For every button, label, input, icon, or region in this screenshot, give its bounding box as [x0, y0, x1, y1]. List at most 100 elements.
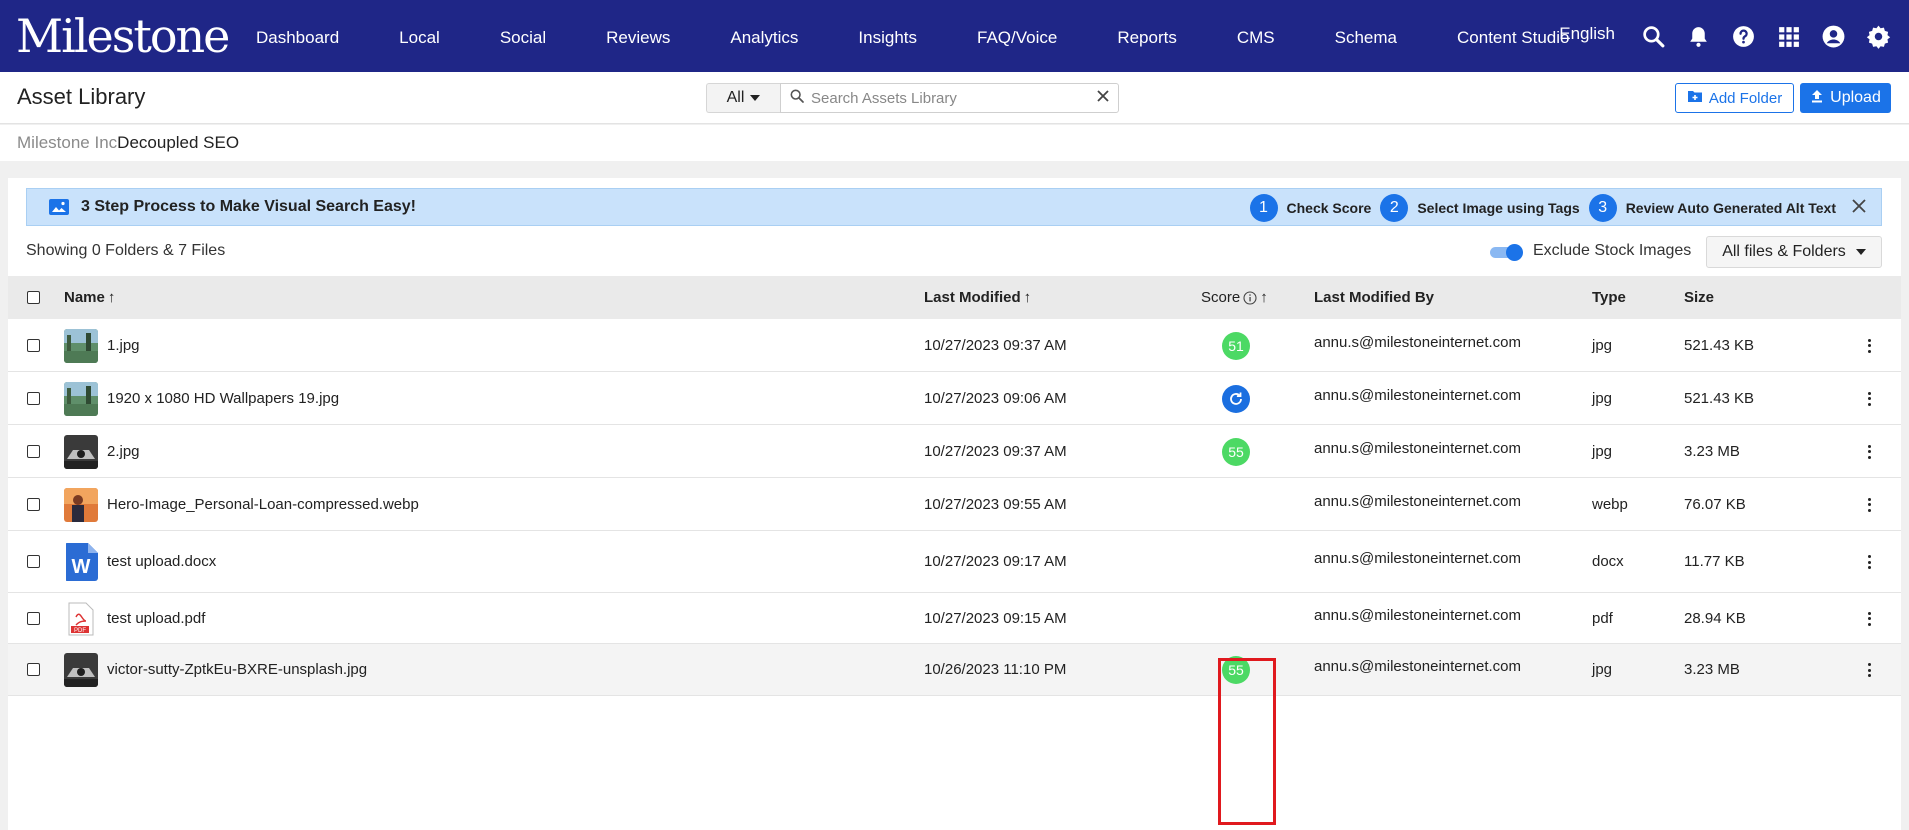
last-modified: 10/27/2023 09:15 AM	[924, 609, 1067, 627]
upload-icon	[1810, 89, 1824, 108]
table-row[interactable]: 2.jpg 10/27/2023 09:37 AM 55 annu.s@milesto…	[8, 425, 1901, 478]
table-row[interactable]: 1920 x 1080 HD Wallpapers 19.jpg 10/27/20…	[8, 372, 1901, 425]
file-name[interactable]: test upload.docx	[107, 553, 216, 570]
column-type[interactable]: Type	[1592, 289, 1626, 306]
close-icon[interactable]	[1849, 196, 1869, 216]
last-modified: 10/27/2023 09:37 AM	[924, 336, 1067, 354]
table-header: Name ↑ Last Modified ↑ Score ↑ Last Modi…	[8, 276, 1901, 319]
search-filter-dropdown[interactable]: All	[706, 83, 780, 113]
row-checkbox[interactable]	[27, 663, 40, 676]
nav-utilities: English	[1559, 0, 1891, 72]
table-row[interactable]: 1.jpg 10/27/2023 09:37 AM 51 annu.s@milesto…	[8, 319, 1901, 372]
rescore-button[interactable]	[1222, 384, 1250, 413]
file-name[interactable]: Hero-Image_Personal-Loan-compressed.webp	[107, 496, 419, 513]
table-row[interactable]: Wtest upload.docx 10/27/2023 09:17 AM annu…	[8, 531, 1901, 593]
help-icon[interactable]	[1731, 24, 1756, 49]
milestone-logo[interactable]: Milestone	[16, 10, 230, 62]
file-name[interactable]: victor-sutty-ZptkEu-BXRE-unsplash.jpg	[107, 661, 367, 678]
column-last-modified-by[interactable]: Last Modified By	[1314, 289, 1434, 306]
nav-dashboard[interactable]: Dashboard	[226, 0, 369, 74]
file-size: 521.43 KB	[1684, 336, 1755, 354]
exclude-stock-toggle[interactable]	[1490, 244, 1523, 261]
row-checkbox[interactable]	[27, 391, 40, 405]
add-folder-button[interactable]: Add Folder	[1675, 83, 1794, 113]
row-checkbox[interactable]	[27, 444, 40, 458]
column-last-modified[interactable]: Last Modified ↑	[924, 289, 1031, 306]
page-title: Asset Library	[17, 84, 146, 109]
row-menu-icon[interactable]	[1868, 497, 1872, 512]
breadcrumb-parent[interactable]: Milestone Inc	[17, 133, 117, 152]
step-3-number: 3	[1588, 194, 1617, 222]
clear-search-icon[interactable]	[1096, 89, 1110, 108]
breadcrumb: Milestone IncDecoupled SEO	[17, 133, 239, 153]
files-folders-dropdown[interactable]: All files & Folders	[1706, 236, 1882, 268]
nav-schema[interactable]: Schema	[1305, 0, 1427, 74]
file-name[interactable]: 1.jpg	[107, 337, 140, 354]
step-2-label: Select Image using Tags	[1417, 200, 1580, 216]
nav-reviews[interactable]: Reviews	[576, 0, 700, 74]
column-score[interactable]: Score ↑	[1201, 289, 1268, 306]
column-score-label: Score	[1201, 289, 1241, 306]
apps-grid-icon[interactable]	[1776, 24, 1801, 49]
nav-local[interactable]: Local	[369, 0, 470, 74]
nav-social[interactable]: Social	[470, 0, 576, 74]
top-nav: Milestone Dashboard Local Social Reviews…	[0, 0, 1909, 72]
column-last-modified-label: Last Modified	[924, 289, 1021, 306]
nav-insights[interactable]: Insights	[828, 0, 947, 74]
bell-icon[interactable]	[1686, 24, 1711, 49]
account-icon[interactable]	[1821, 24, 1846, 49]
file-size: 11.77 KB	[1684, 553, 1745, 570]
banner-title: 3 Step Process to Make Visual Search Eas…	[81, 198, 416, 215]
modified-by: annu.s@milestoneinternet.com	[1314, 439, 1521, 457]
column-name[interactable]: Name ↑	[64, 289, 115, 306]
folder-add-icon	[1687, 89, 1703, 107]
upload-button[interactable]: Upload	[1800, 83, 1891, 113]
row-menu-icon[interactable]	[1868, 391, 1872, 406]
last-modified: 10/27/2023 09:17 AM	[924, 553, 1067, 570]
search-icon[interactable]	[1641, 24, 1666, 49]
last-modified: 10/26/2023 11:10 PM	[924, 661, 1067, 678]
table-row[interactable]: Hero-Image_Personal-Loan-compressed.webp…	[8, 478, 1901, 531]
row-checkbox[interactable]	[27, 338, 40, 352]
info-icon[interactable]	[1243, 290, 1257, 305]
file-type: jpg	[1592, 336, 1613, 354]
row-checkbox[interactable]	[27, 555, 40, 568]
upload-label: Upload	[1830, 89, 1881, 106]
row-menu-icon[interactable]	[1868, 555, 1872, 569]
search-input[interactable]	[811, 89, 1096, 107]
row-menu-icon[interactable]	[1868, 611, 1872, 626]
row-menu-icon[interactable]	[1868, 444, 1872, 459]
table-row[interactable]: victor-sutty-ZptkEu-BXRE-unsplash.jpg 10/…	[8, 644, 1901, 696]
file-name[interactable]: test upload.pdf	[107, 610, 205, 627]
file-name[interactable]: 1920 x 1080 HD Wallpapers 19.jpg	[107, 390, 339, 407]
page-header: Asset Library All Add Folder Upload	[0, 72, 1909, 124]
row-menu-icon[interactable]	[1868, 338, 1872, 353]
modified-by: annu.s@milestoneinternet.com	[1314, 386, 1521, 404]
modified-by: annu.s@milestoneinternet.com	[1314, 606, 1521, 624]
table-row[interactable]: PDF test upload.pdf 10/27/2023 09:15 AM ann…	[8, 593, 1901, 644]
file-thumbnail	[64, 328, 98, 363]
language-selector[interactable]: English	[1559, 24, 1615, 44]
asset-search-bar: All	[706, 83, 1119, 113]
gear-icon[interactable]	[1866, 24, 1891, 49]
search-filter-value: All	[726, 89, 745, 106]
breadcrumb-bar: Milestone IncDecoupled SEO	[0, 125, 1909, 161]
nav-faq-voice[interactable]: FAQ/Voice	[947, 0, 1087, 74]
nav-analytics[interactable]: Analytics	[700, 0, 828, 74]
nav-reports[interactable]: Reports	[1087, 0, 1207, 74]
modified-by: annu.s@milestoneinternet.com	[1314, 658, 1521, 675]
modified-by: annu.s@milestoneinternet.com	[1314, 333, 1521, 351]
select-all-checkbox[interactable]	[27, 291, 40, 304]
row-menu-icon[interactable]	[1868, 663, 1872, 677]
row-checkbox[interactable]	[27, 497, 40, 511]
sort-arrow-icon: ↑	[107, 289, 116, 306]
row-checkbox[interactable]	[27, 611, 40, 625]
sort-arrow-icon: ↑	[1260, 289, 1268, 306]
sort-arrow-icon: ↑	[1023, 289, 1032, 306]
file-name[interactable]: 2.jpg	[107, 443, 140, 460]
nav-cms[interactable]: CMS	[1207, 0, 1305, 74]
file-type: jpg	[1592, 389, 1613, 407]
column-size[interactable]: Size	[1684, 289, 1714, 306]
asset-panel: 3 Step Process to Make Visual Search Eas…	[8, 178, 1901, 830]
svg-text:W: W	[72, 556, 91, 578]
